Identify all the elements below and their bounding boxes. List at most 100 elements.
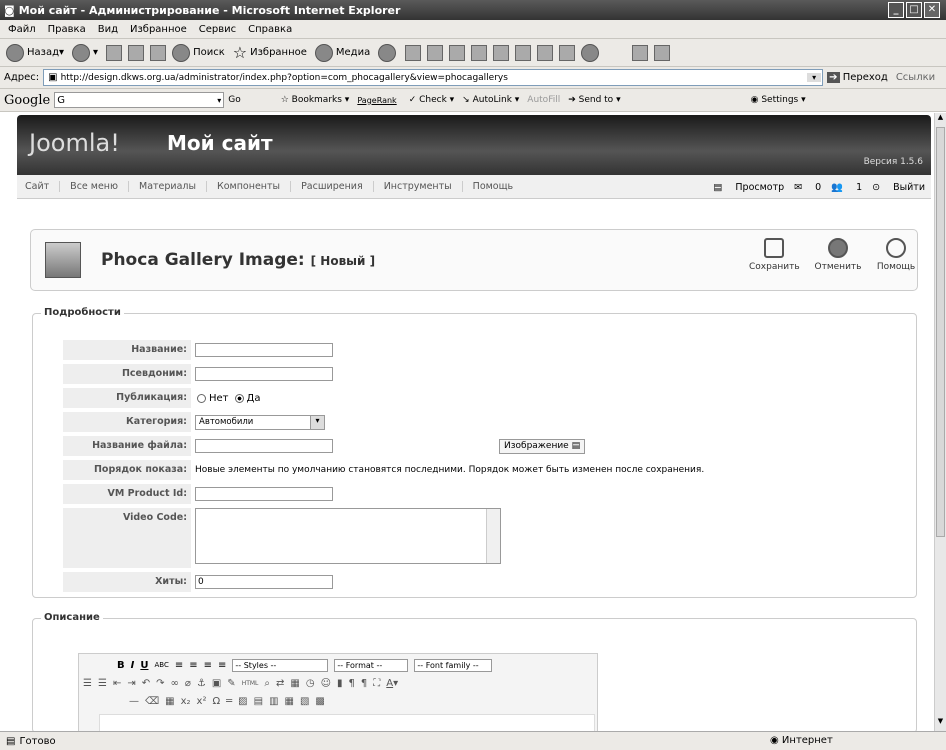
menu-file[interactable]: Файл: [8, 24, 36, 35]
messages-count[interactable]: ✉ 0: [794, 182, 821, 193]
table-split-icon[interactable]: ▧: [300, 696, 309, 707]
favorites-button[interactable]: ☆ Избранное: [233, 43, 307, 62]
nav-menus[interactable]: Все меню: [70, 181, 129, 192]
search-button[interactable]: Поиск: [172, 43, 225, 62]
users-count[interactable]: 👥 1: [831, 182, 862, 193]
research-icon[interactable]: [515, 44, 532, 61]
save-button[interactable]: Сохранить: [749, 238, 800, 272]
addon-icon[interactable]: [632, 44, 649, 61]
nav-components[interactable]: Компоненты: [217, 181, 292, 192]
rtl-icon[interactable]: ¶: [361, 678, 367, 689]
menu-tools[interactable]: Сервис: [199, 24, 236, 35]
page-scrollbar[interactable]: ▲ ▼: [934, 113, 946, 731]
alias-input[interactable]: [195, 367, 333, 381]
scroll-thumb[interactable]: [936, 127, 945, 537]
pagerank-button[interactable]: PageRank: [357, 96, 396, 105]
table-col-icon[interactable]: ▥: [269, 696, 278, 707]
name-input[interactable]: [195, 343, 333, 357]
visualaid-icon[interactable]: ▨: [238, 696, 247, 707]
minimize-button[interactable]: _: [888, 2, 904, 18]
vm-input[interactable]: [195, 487, 333, 501]
address-dropdown-icon[interactable]: ▾: [807, 73, 822, 82]
align-center-icon[interactable]: ≡: [189, 660, 197, 671]
format-select[interactable]: -- Format --: [334, 658, 409, 672]
anchor-icon[interactable]: ⚓: [197, 678, 206, 689]
textarea-scrollbar[interactable]: [486, 509, 500, 563]
separator-icon[interactable]: ═: [226, 696, 232, 707]
charmap-icon[interactable]: Ω: [212, 696, 220, 707]
sendto-button[interactable]: ➔ Send to ▾: [568, 95, 620, 105]
bullet-list-icon[interactable]: ☰: [83, 678, 92, 689]
bold-icon[interactable]: B: [117, 660, 125, 671]
replace-icon[interactable]: ⇄: [276, 678, 284, 689]
media-button[interactable]: Медиа: [314, 43, 370, 62]
video-textarea[interactable]: [195, 508, 501, 564]
stop-icon[interactable]: [106, 44, 123, 61]
check-button[interactable]: ✓ Check ▾: [409, 95, 454, 105]
forecolor-icon[interactable]: A▾: [386, 678, 398, 689]
nav-tools[interactable]: Инструменты: [384, 181, 463, 192]
undo-icon[interactable]: ↶: [142, 678, 150, 689]
editor-content-area[interactable]: [99, 714, 595, 731]
styles-select[interactable]: -- Styles --: [232, 658, 329, 672]
mail-icon[interactable]: [405, 44, 422, 61]
emoticon-icon[interactable]: ☺: [321, 678, 331, 689]
date-icon[interactable]: ▦: [290, 678, 299, 689]
discuss-icon[interactable]: [471, 44, 488, 61]
image-icon[interactable]: ▣: [212, 678, 221, 689]
nav-content[interactable]: Материалы: [139, 181, 207, 192]
forward-button[interactable]: ▾: [72, 43, 98, 62]
logout-link[interactable]: ⊙ Выйти: [872, 182, 925, 193]
messenger-icon[interactable]: [493, 44, 510, 61]
google-go-button[interactable]: Go: [228, 95, 240, 105]
menu-favorites[interactable]: Избранное: [130, 24, 187, 35]
settings-button[interactable]: ◉ Settings ▾: [751, 95, 806, 105]
underline-icon[interactable]: U: [140, 660, 148, 671]
nav-extensions[interactable]: Расширения: [301, 181, 374, 192]
table-props-icon[interactable]: ▩: [315, 696, 324, 707]
menu-edit[interactable]: Правка: [48, 24, 86, 35]
at-icon[interactable]: [537, 44, 554, 61]
edit-icon[interactable]: [449, 44, 466, 61]
flower-icon[interactable]: [654, 44, 671, 61]
fullscreen-icon[interactable]: ⛶: [373, 678, 380, 689]
unlink-icon[interactable]: ⌀: [185, 678, 191, 689]
maximize-button[interactable]: □: [906, 2, 922, 18]
subscript-icon[interactable]: x₂: [181, 696, 191, 707]
table-row-icon[interactable]: ▤: [254, 696, 263, 707]
published-no-radio[interactable]: [197, 393, 206, 403]
links-button[interactable]: Ссылки: [896, 72, 935, 83]
eraser-icon[interactable]: ⌫: [145, 696, 159, 707]
image-button[interactable]: Изображение ▤: [499, 438, 586, 454]
published-yes-radio[interactable]: [234, 393, 244, 403]
print-icon[interactable]: [427, 44, 444, 61]
history-icon[interactable]: [378, 43, 397, 62]
autolink-button[interactable]: ↘ AutoLink ▾: [462, 95, 519, 105]
link-icon[interactable]: ∞: [171, 678, 179, 689]
nav-help[interactable]: Помощь: [473, 181, 523, 192]
numbered-list-icon[interactable]: ☰: [98, 678, 107, 689]
preview-link[interactable]: ▤ Просмотр: [713, 182, 784, 193]
hits-input[interactable]: 0: [195, 575, 333, 589]
superscript-icon[interactable]: x²: [197, 696, 207, 707]
nav-site[interactable]: Сайт: [25, 181, 61, 192]
tool-icon[interactable]: [559, 44, 576, 61]
menu-view[interactable]: Вид: [98, 24, 118, 35]
align-left-icon[interactable]: ≡: [175, 660, 183, 671]
menu-help[interactable]: Справка: [248, 24, 292, 35]
scroll-up-icon[interactable]: ▲: [935, 113, 946, 125]
ltr-icon[interactable]: ¶: [349, 678, 355, 689]
bookmarks-button[interactable]: ☆ Bookmarks ▾: [281, 95, 350, 105]
redo-icon[interactable]: ↷: [156, 678, 164, 689]
go-button[interactable]: ➔ Переход: [827, 72, 888, 83]
refresh-icon[interactable]: [128, 44, 145, 61]
back-button[interactable]: Назад ▾: [6, 43, 64, 62]
time-icon[interactable]: ◷: [306, 678, 315, 689]
media-icon[interactable]: ▮: [337, 678, 343, 689]
hr-icon[interactable]: —: [129, 696, 139, 707]
find-icon[interactable]: ⌕: [264, 678, 270, 689]
google-search-input[interactable]: G ▾: [54, 92, 225, 108]
outdent-icon[interactable]: ⇤: [113, 678, 121, 689]
cancel-button[interactable]: Отменить: [813, 238, 863, 272]
align-justify-icon[interactable]: ≡: [218, 660, 226, 671]
